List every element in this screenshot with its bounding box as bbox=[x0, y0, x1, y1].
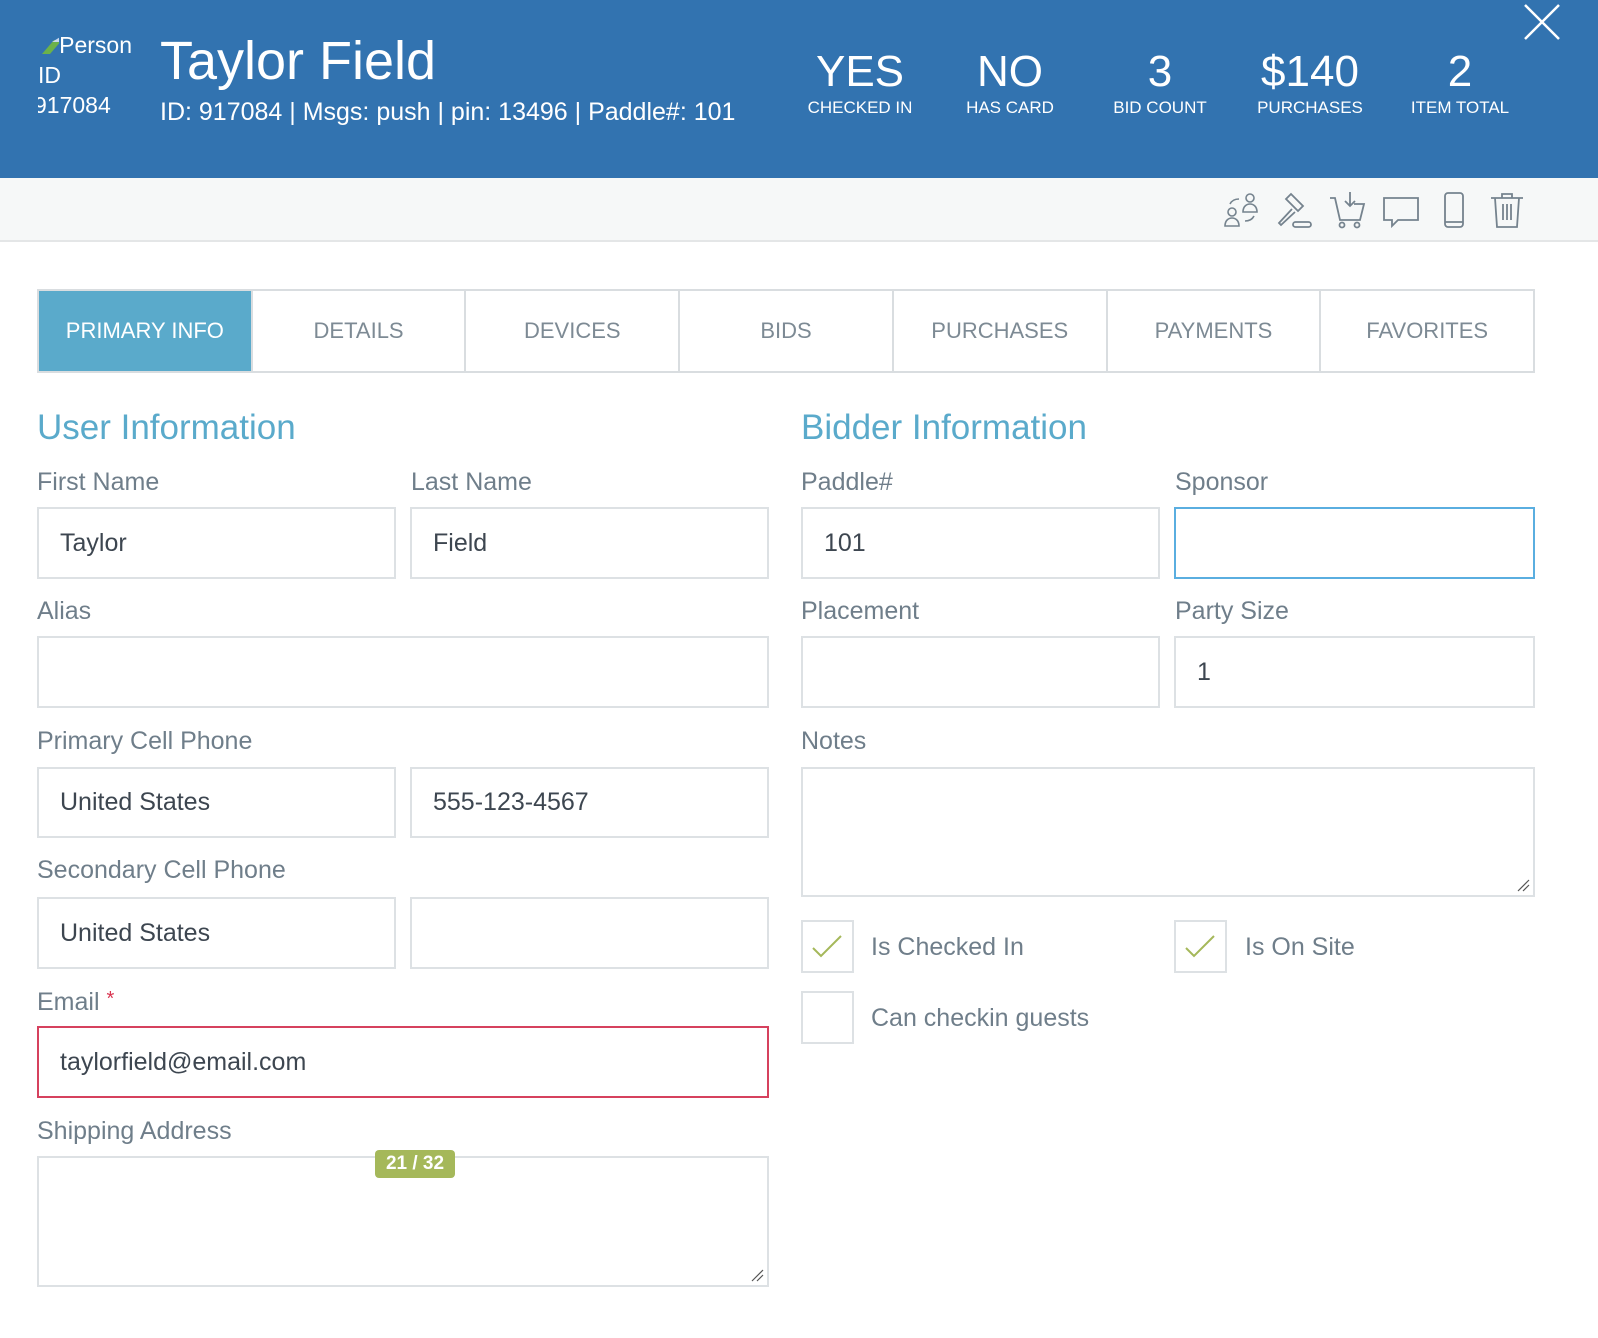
last-name-label: Last Name bbox=[411, 468, 532, 496]
stat-value: 3 bbox=[1147, 47, 1173, 96]
shipping-address-label: Shipping Address bbox=[37, 1117, 232, 1145]
profile-subtitle: ID: 917084 | Msgs: push | pin: 13496 | P… bbox=[160, 98, 736, 126]
sponsor-label: Sponsor bbox=[1175, 468, 1269, 496]
is-checked-in-label: Is Checked In bbox=[871, 933, 1024, 961]
check-icon bbox=[1185, 935, 1215, 958]
mobile-icon[interactable] bbox=[1434, 190, 1474, 230]
paddle-label: Paddle# bbox=[801, 468, 893, 496]
close-icon[interactable] bbox=[1522, 2, 1562, 42]
tab-primary-info[interactable]: PRIMARY INFO bbox=[39, 291, 251, 371]
stat-checked-in: YES CHECKED IN bbox=[785, 46, 935, 118]
tab-details[interactable]: DETAILS bbox=[250, 291, 465, 371]
stat-label: ITEM TOTAL bbox=[1410, 98, 1510, 117]
email-label-text: Email bbox=[37, 988, 100, 1016]
page-title: Taylor Field bbox=[160, 31, 437, 91]
first-name-input[interactable]: Taylor bbox=[37, 507, 396, 579]
stat-purchases: $140 PURCHASES bbox=[1235, 46, 1385, 118]
stat-label: HAS CARD bbox=[966, 98, 1054, 117]
last-name-input[interactable]: Field bbox=[410, 507, 769, 579]
stat-value: YES bbox=[815, 47, 905, 96]
stat-label: BID COUNT bbox=[1113, 98, 1207, 117]
stat-has-card: NO HAS CARD bbox=[935, 46, 1085, 118]
tab-devices[interactable]: DEVICES bbox=[464, 291, 678, 371]
merge-users-icon[interactable] bbox=[1222, 190, 1262, 230]
tab-bids[interactable]: BIDS bbox=[678, 291, 892, 371]
paddle-input[interactable]: 101 bbox=[801, 507, 1160, 579]
bidder-info-heading: Bidder Information bbox=[801, 408, 1087, 447]
logo-mark-icon bbox=[42, 37, 60, 54]
logo-text: Person bbox=[59, 32, 132, 58]
stat-label: CHECKED IN bbox=[807, 98, 913, 117]
alias-label: Alias bbox=[37, 597, 92, 625]
resize-handle-icon[interactable] bbox=[750, 1268, 764, 1282]
stat-item-total: 2 ITEM TOTAL bbox=[1385, 46, 1535, 118]
tab-favorites[interactable]: FAVORITES bbox=[1319, 291, 1533, 371]
cart-add-icon[interactable] bbox=[1328, 190, 1368, 230]
email-label: Email * bbox=[37, 988, 114, 1017]
notes-textarea[interactable] bbox=[801, 767, 1535, 897]
message-icon[interactable] bbox=[1381, 190, 1421, 230]
stat-value: NO bbox=[977, 47, 1043, 96]
logo-id-label: ID bbox=[38, 62, 61, 88]
can-checkin-guests-label: Can checkin guests bbox=[871, 1004, 1090, 1032]
notes-label: Notes bbox=[801, 727, 867, 755]
trash-icon[interactable] bbox=[1487, 190, 1527, 230]
stat-label: PURCHASES bbox=[1257, 98, 1363, 117]
person-logo: Person ID 917084 bbox=[38, 30, 132, 120]
email-input[interactable]: taylorfield@email.com bbox=[37, 1026, 769, 1098]
primary-country-select[interactable]: United States bbox=[37, 767, 396, 838]
check-icon bbox=[812, 935, 842, 958]
user-info-heading: User Information bbox=[37, 408, 296, 447]
tab-purchases[interactable]: PURCHASES bbox=[891, 291, 1106, 371]
tab-payments[interactable]: PAYMENTS bbox=[1105, 291, 1320, 371]
char-count-badge: 21 / 32 bbox=[375, 1150, 455, 1178]
secondary-phone-label: Secondary Cell Phone bbox=[37, 856, 286, 884]
tab-bar: PRIMARY INFO DETAILS DEVICES BIDS PURCHA… bbox=[37, 289, 1535, 373]
party-size-input[interactable]: 1 bbox=[1174, 636, 1535, 708]
placement-input[interactable] bbox=[801, 636, 1160, 708]
placement-label: Placement bbox=[801, 597, 920, 625]
can-checkin-guests-checkbox[interactable] bbox=[801, 991, 854, 1044]
primary-phone-label: Primary Cell Phone bbox=[37, 727, 253, 755]
profile-header: Person ID 917084 Taylor Field ID: 917084… bbox=[0, 0, 1598, 178]
secondary-phone-input[interactable] bbox=[410, 897, 769, 969]
resize-handle-icon[interactable] bbox=[1516, 878, 1530, 892]
secondary-country-select[interactable]: United States bbox=[37, 897, 396, 969]
stat-bid-count: 3 BID COUNT bbox=[1085, 46, 1235, 118]
required-asterisk: * bbox=[106, 988, 115, 1010]
sponsor-input[interactable] bbox=[1174, 507, 1535, 579]
alias-input[interactable] bbox=[37, 636, 769, 708]
primary-phone-input[interactable]: 555-123-4567 bbox=[410, 767, 769, 838]
is-checked-in-checkbox[interactable] bbox=[801, 920, 854, 973]
logo-id: 917084 bbox=[38, 92, 111, 118]
is-on-site-checkbox[interactable] bbox=[1174, 920, 1227, 973]
is-on-site-label: Is On Site bbox=[1245, 933, 1355, 961]
party-size-label: Party Size bbox=[1175, 597, 1289, 625]
stat-value: 2 bbox=[1447, 47, 1473, 96]
stat-value: $140 bbox=[1261, 47, 1359, 96]
gavel-icon[interactable] bbox=[1275, 190, 1315, 230]
first-name-label: First Name bbox=[37, 468, 160, 496]
